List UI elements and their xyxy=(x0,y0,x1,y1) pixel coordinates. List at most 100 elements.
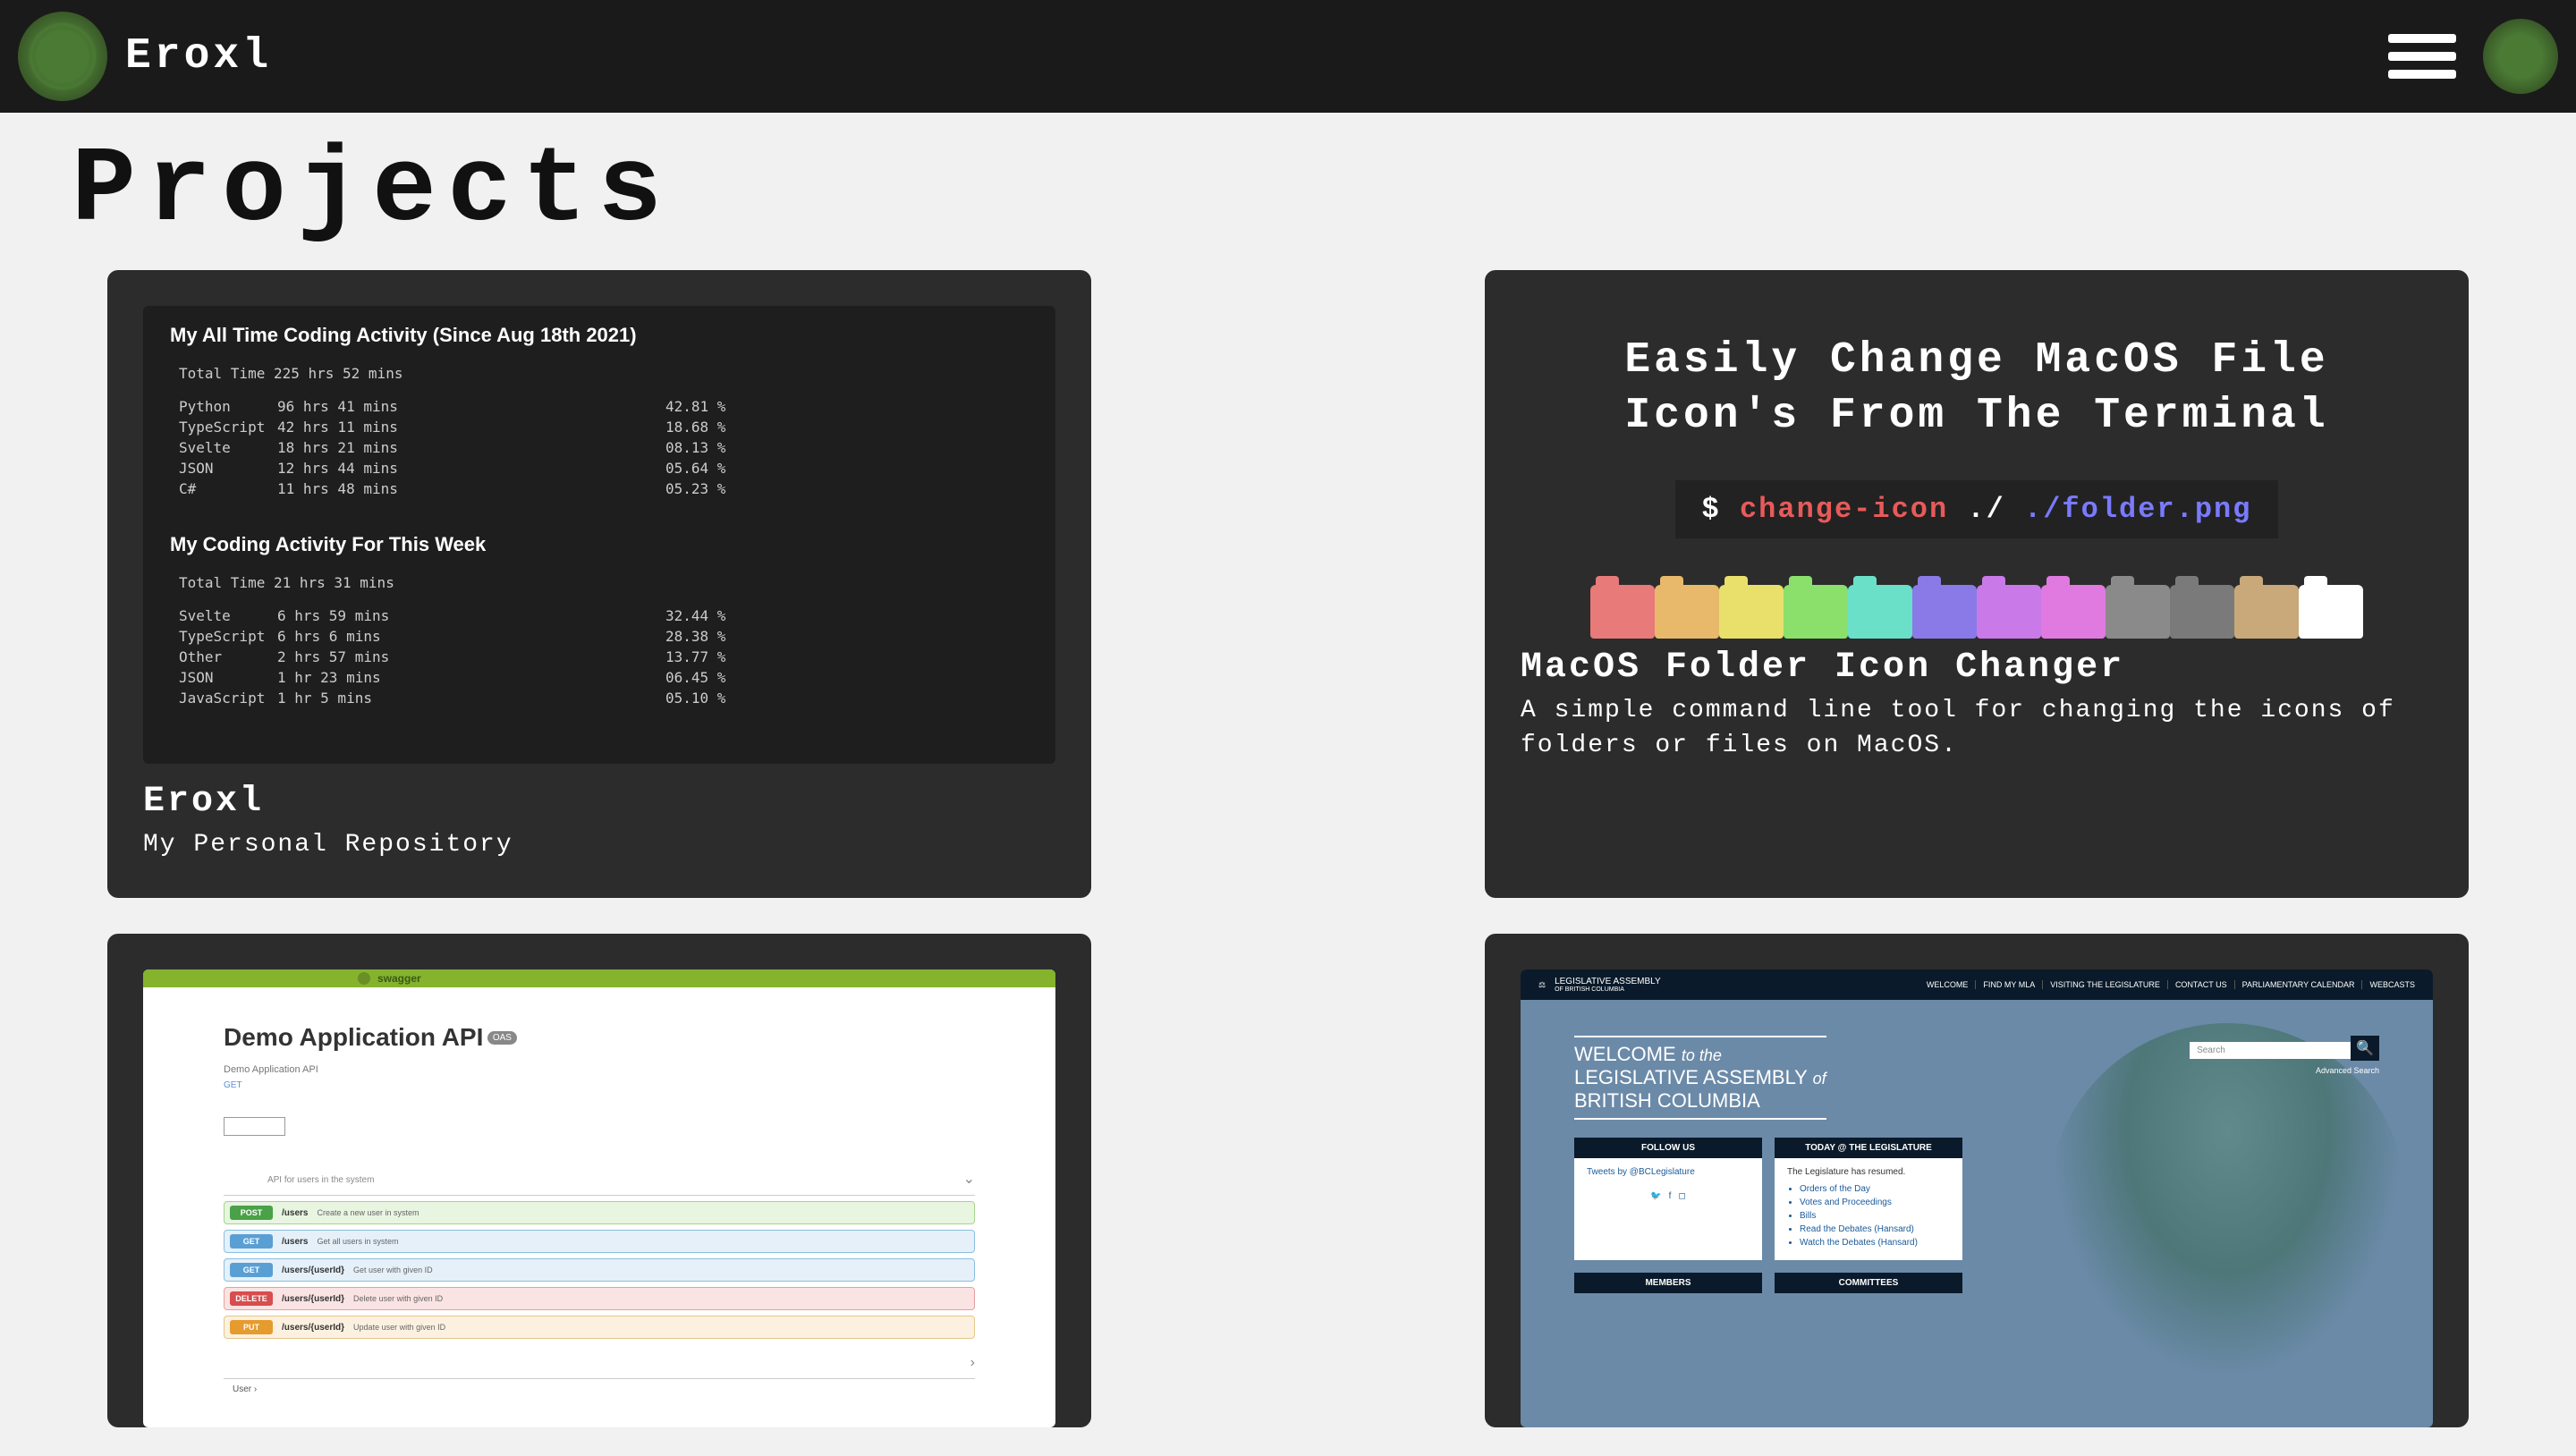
ca-row: Python96 hrs 41 mins 42.81 % xyxy=(179,398,1029,415)
ca-lang: TypeScript xyxy=(179,628,277,645)
ca-lang: JSON xyxy=(179,669,277,686)
swagger-endpoint[interactable]: POST/users Create a new user in system xyxy=(224,1201,975,1224)
ca-pct: 05.64 % xyxy=(665,460,746,477)
ca-lang: Python xyxy=(179,398,277,415)
swagger-desc: Get user with given ID xyxy=(353,1266,433,1274)
bc-nav-link[interactable]: CONTACT US xyxy=(2167,980,2227,989)
ca-row: JSON1 hr 23 mins06.45 % xyxy=(179,669,1029,686)
ca-lang: JavaScript xyxy=(179,690,277,707)
ca-time: 11 hrs 48 mins xyxy=(277,480,429,497)
swagger-path: /users/{userId} xyxy=(282,1294,344,1304)
search-icon[interactable]: 🔍 xyxy=(2351,1036,2379,1061)
ca-row: Svelte6 hrs 59 mins 32.44 % xyxy=(179,607,1029,624)
ca-lang: Svelte xyxy=(179,607,277,624)
ca-row: TypeScript42 hrs 11 mins 18.68 % xyxy=(179,419,1029,436)
ca-pct: 08.13 % xyxy=(665,439,746,456)
bc-committees-header[interactable]: COMMITTEES xyxy=(1775,1273,1962,1293)
project-thumbnail: ⚖ LEGISLATIVE ASSEMBLY OF BRITISH COLUMB… xyxy=(1521,969,2433,1427)
ca-row: JavaScript1 hr 5 mins05.10 % xyxy=(179,690,1029,707)
folder-icon xyxy=(1784,585,1848,639)
bc-today-item[interactable]: Votes and Proceedings xyxy=(1800,1198,1950,1207)
project-card-eroxl[interactable]: My All Time Coding Activity (Since Aug 1… xyxy=(107,270,1091,898)
site-logo-icon[interactable] xyxy=(18,12,107,101)
hamburger-menu-button[interactable] xyxy=(2388,34,2456,79)
search-input[interactable]: Search xyxy=(2190,1042,2351,1059)
bc-today-item[interactable]: Read the Debates (Hansard) xyxy=(1800,1224,1950,1234)
project-card-swagger[interactable]: swagger Demo Application API OAS Demo Ap… xyxy=(107,934,1091,1427)
ca-row: TypeScript6 hrs 6 mins28.38 % xyxy=(179,628,1029,645)
folder-icon xyxy=(1848,585,1912,639)
project-card-macos[interactable]: Easily Change MacOS File Icon's From The… xyxy=(1485,270,2469,898)
site-title[interactable]: Eroxl xyxy=(125,32,272,80)
swagger-path: /users xyxy=(282,1208,308,1218)
folder-icon xyxy=(1655,585,1719,639)
facebook-icon[interactable]: f xyxy=(1669,1191,1672,1201)
twitter-icon[interactable]: 🐦 xyxy=(1650,1191,1661,1201)
ca-time: 1 hr 23 mins xyxy=(277,669,429,686)
project-subtitle: My Personal Repository xyxy=(143,827,1055,862)
page-title: Projects xyxy=(0,113,2576,261)
bc-nav: ⚖ LEGISLATIVE ASSEMBLY OF BRITISH COLUMB… xyxy=(1521,969,2433,1000)
folder-icon xyxy=(2170,585,2234,639)
bc-welcome: WELCOME to the LEGISLATIVE ASSEMBLY of B… xyxy=(1574,1036,1826,1120)
macos-headline: Easily Change MacOS File Icon's From The… xyxy=(1538,333,2415,444)
header-left: Eroxl xyxy=(18,12,272,101)
bc-nav-link[interactable]: FIND MY MLA xyxy=(1975,980,2035,989)
macos-command: $ change-icon ./ ./folder.png xyxy=(1675,480,2279,538)
ca-heading-alltime: My All Time Coding Activity (Since Aug 1… xyxy=(170,324,1029,347)
bc-today-item[interactable]: Bills xyxy=(1800,1211,1950,1221)
ca-time: 2 hrs 57 mins xyxy=(277,648,429,665)
ca-time: 42 hrs 11 mins xyxy=(277,419,429,436)
chevron-right-icon: › xyxy=(970,1355,975,1371)
swagger-section-users[interactable]: Users API for users in the system ⌄ xyxy=(224,1163,975,1196)
advanced-search-link[interactable]: Advanced Search xyxy=(2316,1066,2379,1075)
chevron-down-icon: ▾ xyxy=(273,1122,277,1131)
bc-today-item[interactable]: Watch the Debates (Hansard) xyxy=(1800,1238,1950,1248)
ca-total-alltime: Total Time 225 hrs 52 mins xyxy=(179,365,1029,382)
swagger-desc: Create a new user in system xyxy=(317,1208,419,1217)
swagger-scheme-dropdown[interactable]: HTTP▾ xyxy=(224,1117,285,1136)
swagger-method: POST xyxy=(230,1206,273,1220)
folder-icon xyxy=(1977,585,2041,639)
bc-nav-link[interactable]: VISITING THE LEGISLATURE xyxy=(2042,980,2160,989)
site-header: Eroxl xyxy=(0,0,2576,113)
ca-lang: Other xyxy=(179,648,277,665)
swagger-endpoint[interactable]: GET/users/{userId}Get user with given ID xyxy=(224,1258,975,1282)
instagram-icon[interactable]: ◻ xyxy=(1678,1191,1685,1201)
ca-pct: 32.44 % xyxy=(665,607,746,624)
bc-nav-link[interactable]: WELCOME xyxy=(1919,980,1969,989)
project-thumbnail: My All Time Coding Activity (Since Aug 1… xyxy=(143,306,1055,764)
swagger-endpoint[interactable]: DELETE/users/{userId} Delete user with gi… xyxy=(224,1287,975,1310)
swagger-link: GET xyxy=(224,1080,975,1090)
folder-icon xyxy=(1590,585,1655,639)
swagger-section-models[interactable]: Models › xyxy=(224,1348,975,1379)
swagger-badge: OAS xyxy=(487,1031,517,1045)
avatar-icon[interactable] xyxy=(2483,19,2558,94)
swagger-path: /users/{userId} xyxy=(282,1323,344,1333)
swagger-header: swagger xyxy=(143,969,1055,987)
swagger-logo-icon xyxy=(358,972,370,985)
ca-time: 96 hrs 41 mins xyxy=(277,398,429,415)
swagger-api-title: Demo Application API xyxy=(224,1023,483,1051)
ca-time: 6 hrs 59 mins xyxy=(277,607,429,624)
project-card-bc-legislature[interactable]: ⚖ LEGISLATIVE ASSEMBLY OF BRITISH COLUMB… xyxy=(1485,934,2469,1427)
swagger-endpoint[interactable]: PUT/users/{userId}Update user with given… xyxy=(224,1316,975,1339)
bc-members-header[interactable]: MEMBERS xyxy=(1574,1273,1762,1293)
ca-lang: TypeScript xyxy=(179,419,277,436)
swagger-meta: Demo Application API xyxy=(224,1064,975,1075)
swagger-endpoint[interactable]: GET/usersGet all users in system xyxy=(224,1230,975,1253)
swagger-desc: Delete user with given ID xyxy=(353,1294,443,1303)
swagger-method: GET xyxy=(230,1234,273,1249)
bc-nav-link[interactable]: WEBCASTS xyxy=(2361,980,2415,989)
folder-icon xyxy=(1912,585,1977,639)
bc-today-item[interactable]: Orders of the Day xyxy=(1800,1184,1950,1194)
project-subtitle: A simple command line tool for changing … xyxy=(1521,693,2433,763)
swagger-method: PUT xyxy=(230,1320,273,1334)
bc-nav-link[interactable]: PARLIAMENTARY CALENDAR xyxy=(2234,980,2355,989)
ca-pct: 18.68 % xyxy=(665,419,746,436)
ca-pct: 42.81 % xyxy=(665,398,746,415)
header-right xyxy=(2388,19,2558,94)
swagger-method: DELETE xyxy=(230,1291,273,1306)
bc-crest-icon: ⚖ xyxy=(1538,980,1546,990)
folder-colors xyxy=(1538,574,2415,639)
